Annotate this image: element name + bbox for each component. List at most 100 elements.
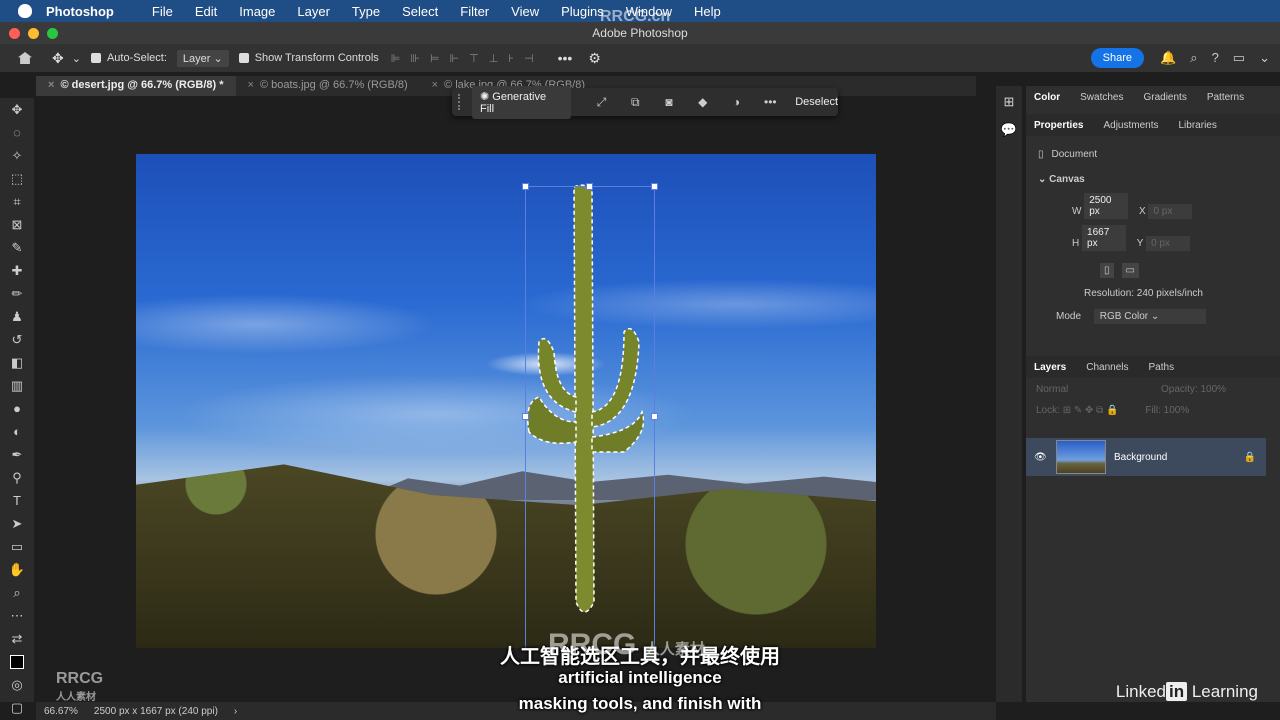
deselect-button[interactable]: Deselect: [795, 96, 838, 108]
apple-icon[interactable]: [18, 4, 32, 18]
move-tool-icon[interactable]: ✥: [0, 98, 34, 121]
brush-tool-icon[interactable]: ✏: [0, 282, 34, 305]
tab-libraries[interactable]: Libraries: [1179, 120, 1217, 131]
share-button[interactable]: Share: [1090, 48, 1144, 68]
transform-handle[interactable]: [651, 413, 658, 420]
crop-tool-icon[interactable]: ⌗: [0, 190, 34, 213]
zoom-window-button[interactable]: [47, 28, 58, 39]
tab-channels[interactable]: Channels: [1086, 362, 1128, 373]
mode-dropdown[interactable]: RGB Color ⌄: [1093, 309, 1206, 324]
tab-gradients[interactable]: Gradients: [1143, 92, 1186, 103]
move-tool-icon[interactable]: ✥: [52, 50, 64, 67]
history-brush-icon[interactable]: ↺: [0, 328, 34, 351]
transform-handle[interactable]: [522, 183, 529, 190]
portrait-icon[interactable]: ▯: [1100, 263, 1114, 278]
stamp-tool-icon[interactable]: ♟: [0, 305, 34, 328]
minimize-window-button[interactable]: [28, 28, 39, 39]
pen-tool-icon[interactable]: ✒: [0, 443, 34, 466]
home-icon[interactable]: [18, 52, 32, 64]
tab-adjustments[interactable]: Adjustments: [1103, 120, 1158, 131]
generative-fill-button[interactable]: ✺ Generative Fill: [471, 85, 571, 119]
transform-handle[interactable]: [651, 183, 658, 190]
help-icon[interactable]: ?: [1212, 50, 1219, 66]
visibility-eye-icon[interactable]: 👁: [1034, 452, 1047, 463]
chevron-down-icon[interactable]: ⌄: [72, 52, 81, 65]
eyedropper-tool-icon[interactable]: ✎: [0, 236, 34, 259]
transform-controls-checkbox[interactable]: [238, 53, 249, 63]
canvas-section-header[interactable]: ⌄ Canvas: [1038, 174, 1268, 185]
menu-view[interactable]: View: [511, 4, 539, 19]
tab-layers[interactable]: Layers: [1034, 362, 1066, 373]
dodge-tool-icon[interactable]: ◐: [0, 420, 34, 443]
tab-patterns[interactable]: Patterns: [1207, 92, 1244, 103]
menu-help[interactable]: Help: [694, 4, 721, 19]
comments-icon[interactable]: 💬: [996, 122, 1022, 138]
history-icon[interactable]: ⊞: [996, 94, 1022, 110]
workspace-icon[interactable]: ▭: [1233, 50, 1245, 66]
gear-icon[interactable]: ⚙: [588, 50, 601, 67]
tab-boats[interactable]: × © boats.jpg @ 66.7% (RGB/8): [236, 76, 420, 96]
rectangle-tool-icon[interactable]: ▭: [0, 535, 34, 558]
modify-selection-icon[interactable]: ⤢: [585, 95, 619, 110]
fill-field[interactable]: 100%: [1164, 405, 1190, 416]
transform-handle[interactable]: [586, 183, 593, 190]
workspace-chevron-icon[interactable]: ⌄: [1259, 50, 1270, 66]
menu-plugins[interactable]: Plugins: [561, 4, 604, 19]
close-window-button[interactable]: [9, 28, 20, 39]
close-icon[interactable]: ×: [48, 79, 54, 91]
quick-select-tool-icon[interactable]: ⬚: [0, 167, 34, 190]
eraser-tool-icon[interactable]: ◧: [0, 351, 34, 374]
lock-icon[interactable]: 🔒: [1244, 452, 1256, 463]
close-icon[interactable]: ×: [432, 79, 438, 91]
transform-handle[interactable]: [522, 413, 529, 420]
canvas-workspace[interactable]: [36, 98, 974, 702]
menu-layer[interactable]: Layer: [297, 4, 330, 19]
tab-swatches[interactable]: Swatches: [1080, 92, 1123, 103]
align-icons[interactable]: ⊫⊪⊨⊩⊤⊥⊦⊣: [391, 52, 544, 65]
menu-type[interactable]: Type: [352, 4, 380, 19]
lock-icons[interactable]: ⊞ ✎ ✥ ⧉ 🔒: [1063, 405, 1119, 416]
more-options-icon[interactable]: •••: [558, 50, 573, 66]
search-icon[interactable]: ⌕: [1190, 50, 1197, 66]
image-canvas[interactable]: [136, 154, 876, 648]
bell-icon[interactable]: 🔔: [1160, 50, 1176, 66]
marquee-tool-icon[interactable]: ◌: [0, 121, 34, 144]
x-field[interactable]: 0 px: [1148, 204, 1193, 219]
close-icon[interactable]: ×: [248, 79, 254, 91]
healing-tool-icon[interactable]: ✚: [0, 259, 34, 282]
type-tool-icon[interactable]: T: [0, 489, 34, 512]
adjustment-icon[interactable]: ◑: [720, 95, 754, 109]
menu-file[interactable]: File: [152, 4, 173, 19]
opacity-field[interactable]: 100%: [1200, 384, 1226, 395]
width-field[interactable]: 2500 px: [1084, 193, 1129, 219]
blend-mode-dropdown[interactable]: Normal: [1036, 384, 1068, 395]
y-field[interactable]: 0 px: [1146, 236, 1191, 251]
path-select-tool-icon[interactable]: ➤: [0, 512, 34, 535]
zoom-tool-icon[interactable]: ⌕: [0, 581, 34, 604]
menu-edit[interactable]: Edit: [195, 4, 217, 19]
frame-tool-icon[interactable]: ⊠: [0, 213, 34, 236]
sponge-tool-icon[interactable]: ⚲: [0, 466, 34, 489]
auto-select-checkbox[interactable]: [90, 53, 101, 63]
invert-selection-icon[interactable]: ⧉: [618, 95, 652, 110]
tab-desert[interactable]: × © desert.jpg @ 66.7% (RGB/8) *: [36, 76, 236, 96]
tab-properties[interactable]: Properties: [1034, 120, 1083, 131]
layer-row-background[interactable]: 👁 Background 🔒: [1026, 438, 1266, 476]
more-tools-icon[interactable]: ⋯: [0, 604, 34, 627]
gradient-tool-icon[interactable]: ▥: [0, 374, 34, 397]
menu-select[interactable]: Select: [402, 4, 438, 19]
tab-color[interactable]: Color: [1034, 92, 1060, 103]
more-options-icon[interactable]: •••: [753, 95, 787, 109]
blur-tool-icon[interactable]: ●: [0, 397, 34, 420]
drag-handle-icon[interactable]: [458, 94, 462, 110]
mask-icon[interactable]: ◙: [652, 95, 686, 109]
tab-paths[interactable]: Paths: [1149, 362, 1175, 373]
object-select-tool-icon[interactable]: ✧: [0, 144, 34, 167]
hand-tool-icon[interactable]: ✋: [0, 558, 34, 581]
app-name-menu[interactable]: Photoshop: [46, 4, 114, 19]
height-field[interactable]: 1667 px: [1082, 225, 1127, 251]
landscape-icon[interactable]: ▭: [1121, 263, 1139, 278]
menu-image[interactable]: Image: [239, 4, 275, 19]
auto-select-dropdown[interactable]: Layer ⌄: [176, 49, 229, 67]
menu-filter[interactable]: Filter: [460, 4, 489, 19]
